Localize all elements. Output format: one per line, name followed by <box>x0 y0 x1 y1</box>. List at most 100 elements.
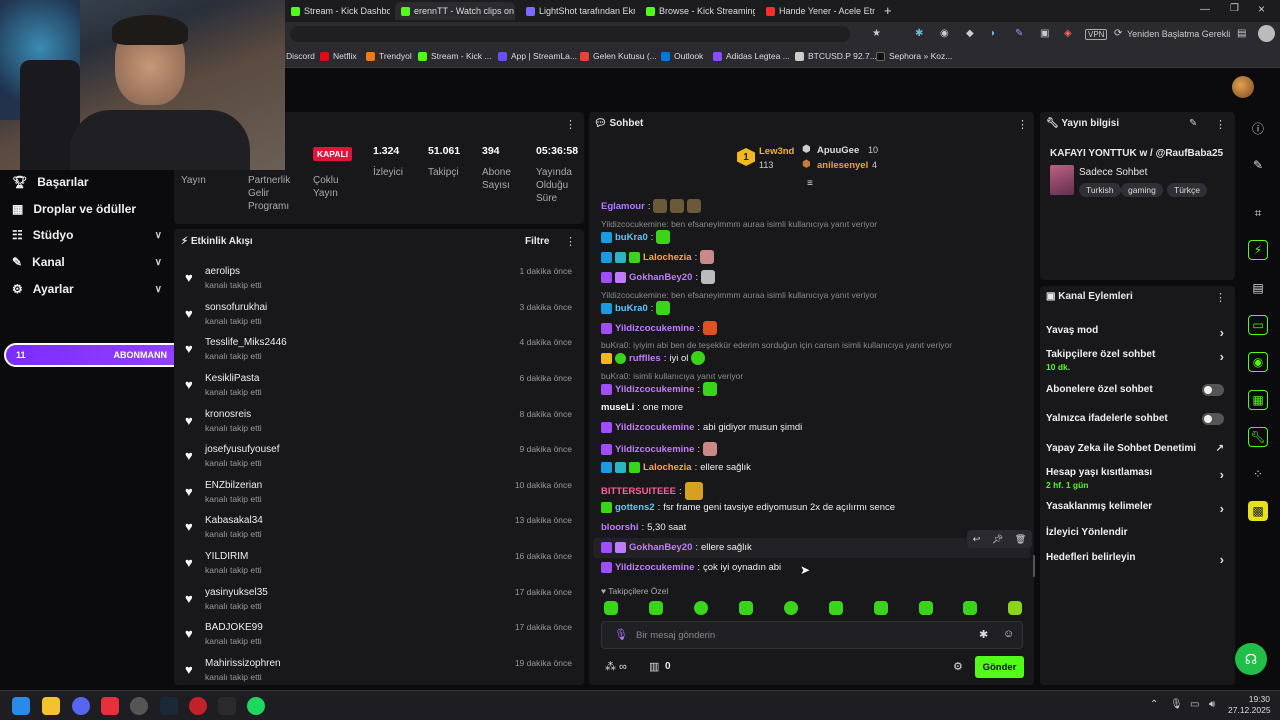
translate-icon[interactable]: ✱ <box>915 28 923 39</box>
vivaldi-icon[interactable] <box>101 697 119 715</box>
edit-icon[interactable]: ✎ <box>1189 118 1197 129</box>
vpn-badge[interactable]: VPN <box>1085 29 1108 40</box>
chat-scrollbar[interactable] <box>1033 555 1035 577</box>
microphone-icon[interactable]: 🎙︎ <box>614 628 628 641</box>
emote-icon[interactable] <box>963 601 977 615</box>
emote-icon[interactable] <box>739 601 753 615</box>
tab-lightshot[interactable]: LightShot tarafından Ekran <box>520 2 635 20</box>
chat-input[interactable]: 🎙︎ Bir mesaj gönderin ✱ ☺ <box>601 621 1023 649</box>
emote-icon[interactable] <box>919 601 933 615</box>
pin-icon[interactable]: 📌︎ <box>992 534 1003 545</box>
more-options-icon[interactable]: ⋮ <box>1215 291 1226 304</box>
subscribers-only-toggle[interactable] <box>1202 384 1224 396</box>
bookmark-kick-stream[interactable]: Stream - Kick ... <box>418 51 491 61</box>
steam-icon[interactable] <box>160 697 178 715</box>
address-input[interactable] <box>290 26 850 42</box>
bookmark-adidas[interactable]: Adidas Legtea ... <box>713 51 790 61</box>
action-banned-words[interactable]: Yasaklanmış kelimeler › <box>1046 501 1226 516</box>
tab-kick-browse[interactable]: Browse - Kick Streaming <box>640 2 755 20</box>
tag[interactable]: gaming <box>1121 183 1163 197</box>
emote-icon[interactable] <box>1008 601 1022 615</box>
windows-start-icon[interactable] <box>12 697 30 715</box>
emote-icon[interactable] <box>694 601 708 615</box>
tag[interactable]: Turkish <box>1079 183 1121 197</box>
bookmark-sephora[interactable]: Sephora » Koz... <box>876 51 952 61</box>
emote-icon[interactable] <box>784 601 798 615</box>
window-close-button[interactable]: × <box>1258 2 1265 16</box>
monitor-icon[interactable]: ▭ <box>1190 699 1199 710</box>
bookmark-discord[interactable]: Discord <box>286 51 315 61</box>
bookmark-netflix[interactable]: Netflix <box>320 51 357 61</box>
new-tab-button[interactable]: + <box>884 3 892 18</box>
tab-erennTT-clips[interactable]: erennTT - Watch clips on K× <box>395 2 515 20</box>
channel-points-icon[interactable]: ⁂ ∞ <box>605 660 627 673</box>
chat-bubble-icon[interactable]: ▭ <box>1248 315 1268 335</box>
bookmark-trendyol[interactable]: Trendyol <box>366 51 412 61</box>
sidebar-item-channel[interactable]: ✎ Kanal ∨ <box>12 251 162 273</box>
info-icon[interactable]: ⓘ <box>1248 118 1268 138</box>
filter-button[interactable]: Filtre <box>525 236 549 247</box>
sidebar-item-settings[interactable]: ⚙ Ayarlar ∨ <box>12 278 162 300</box>
sidebar-item-studio[interactable]: ☷ Stüdyo ∨ <box>12 224 162 246</box>
category-name[interactable]: Sadece Sohbet <box>1079 167 1147 178</box>
emotes-only-toggle[interactable] <box>1202 413 1224 425</box>
chat-message[interactable]: GokhanBey20: ellere sağlık <box>601 542 752 553</box>
action-set-goals[interactable]: Hedefleri belirleyin › <box>1046 552 1226 567</box>
emote-icon[interactable] <box>829 601 843 615</box>
emote-icon[interactable] <box>874 601 888 615</box>
action-ai-moderation[interactable]: Yapay Zeka ile Sohbet Denetimi ↗ <box>1046 443 1226 454</box>
clapper-icon[interactable]: ▩ <box>1248 501 1268 521</box>
extension-icon[interactable]: ✎ <box>1015 28 1023 39</box>
action-followers-only[interactable]: Takipçilere özel sohbet 10 dk. › <box>1046 349 1226 372</box>
tab-youtube-music[interactable]: Hande Yener - Acele Etme <box>760 2 875 20</box>
delete-icon[interactable]: 🗑︎ <box>1015 534 1026 545</box>
extension-icon[interactable]: ◉ <box>940 28 949 39</box>
support-headset-icon[interactable]: ☊ <box>1235 643 1267 675</box>
reply-icon[interactable]: ↩ <box>973 534 981 545</box>
action-account-age[interactable]: Hesap yaşı kısıtlaması 2 hf. 1 gün › <box>1046 467 1226 490</box>
file-explorer-icon[interactable] <box>42 697 60 715</box>
emote-icon[interactable] <box>604 601 618 615</box>
expand-leaderboard-icon[interactable]: ≡ <box>807 178 813 189</box>
bookmark-star-icon[interactable]: ★ <box>872 28 881 39</box>
tag[interactable]: Türkçe <box>1167 183 1207 197</box>
store-icon[interactable]: ▥ <box>649 660 659 673</box>
extension-icon[interactable]: ◆ <box>966 28 974 39</box>
riot-icon[interactable] <box>189 697 207 715</box>
profile-avatar[interactable] <box>1258 25 1275 42</box>
spotify-icon[interactable] <box>247 697 265 715</box>
sidebar-item-achievements[interactable]: 🏆︎ Başarılar <box>12 171 162 193</box>
extension-icon[interactable]: ▣ <box>1040 28 1049 39</box>
category-thumbnail[interactable] <box>1050 165 1074 195</box>
send-button[interactable]: Gönder <box>975 656 1024 678</box>
user-avatar[interactable] <box>1232 76 1254 98</box>
crop-icon[interactable]: ⌗ <box>1248 203 1268 223</box>
gear-icon[interactable]: ⚙ <box>953 660 963 673</box>
document-icon[interactable]: ▤ <box>1248 278 1268 298</box>
system-clock[interactable]: 19:30 27.12.2025 <box>1228 694 1271 716</box>
extension-icon[interactable]: ◈ <box>1064 28 1072 39</box>
edit-icon[interactable]: ✎ <box>1248 155 1268 175</box>
more-options-icon[interactable]: ⋮ <box>565 235 576 248</box>
more-options-icon[interactable]: ⋮ <box>565 118 576 131</box>
more-options-icon[interactable]: ⋮ <box>1215 118 1226 131</box>
sidebar-item-drops[interactable]: ▦ Droplar ve ödüller <box>12 198 162 220</box>
microphone-icon[interactable]: 🎙︎ <box>1170 699 1183 710</box>
bookmark-gmail[interactable]: Gelen Kutusu (... <box>580 51 657 61</box>
discord-icon[interactable] <box>72 697 90 715</box>
action-host[interactable]: İzleyici Yönlendir <box>1046 527 1226 538</box>
emoji-icon[interactable]: ☺ <box>1003 628 1014 640</box>
action-slow-mode[interactable]: Yavaş mod › <box>1046 325 1226 340</box>
leaderboard-name[interactable]: ApuuGee <box>817 145 859 156</box>
more-options-icon[interactable]: ⋮ <box>1017 118 1028 131</box>
speaker-icon[interactable]: 🔊︎ <box>1209 699 1215 710</box>
tab-kick-dashboard[interactable]: Stream - Kick Dashboard <box>285 2 390 20</box>
layers-icon[interactable]: ▦ <box>1248 390 1268 410</box>
broadcast-icon[interactable]: ◉ <box>1248 352 1268 372</box>
translate-icon[interactable]: ✱ <box>979 628 988 641</box>
maximize-button[interactable]: ❐ <box>1230 3 1239 14</box>
wrench-icon[interactable]: 🔧︎ <box>1248 427 1268 447</box>
chevron-up-icon[interactable]: ⌃ <box>1150 699 1158 710</box>
sidebar-toggle-icon[interactable]: ▤ <box>1237 28 1246 39</box>
minimize-button[interactable]: — <box>1200 4 1210 15</box>
